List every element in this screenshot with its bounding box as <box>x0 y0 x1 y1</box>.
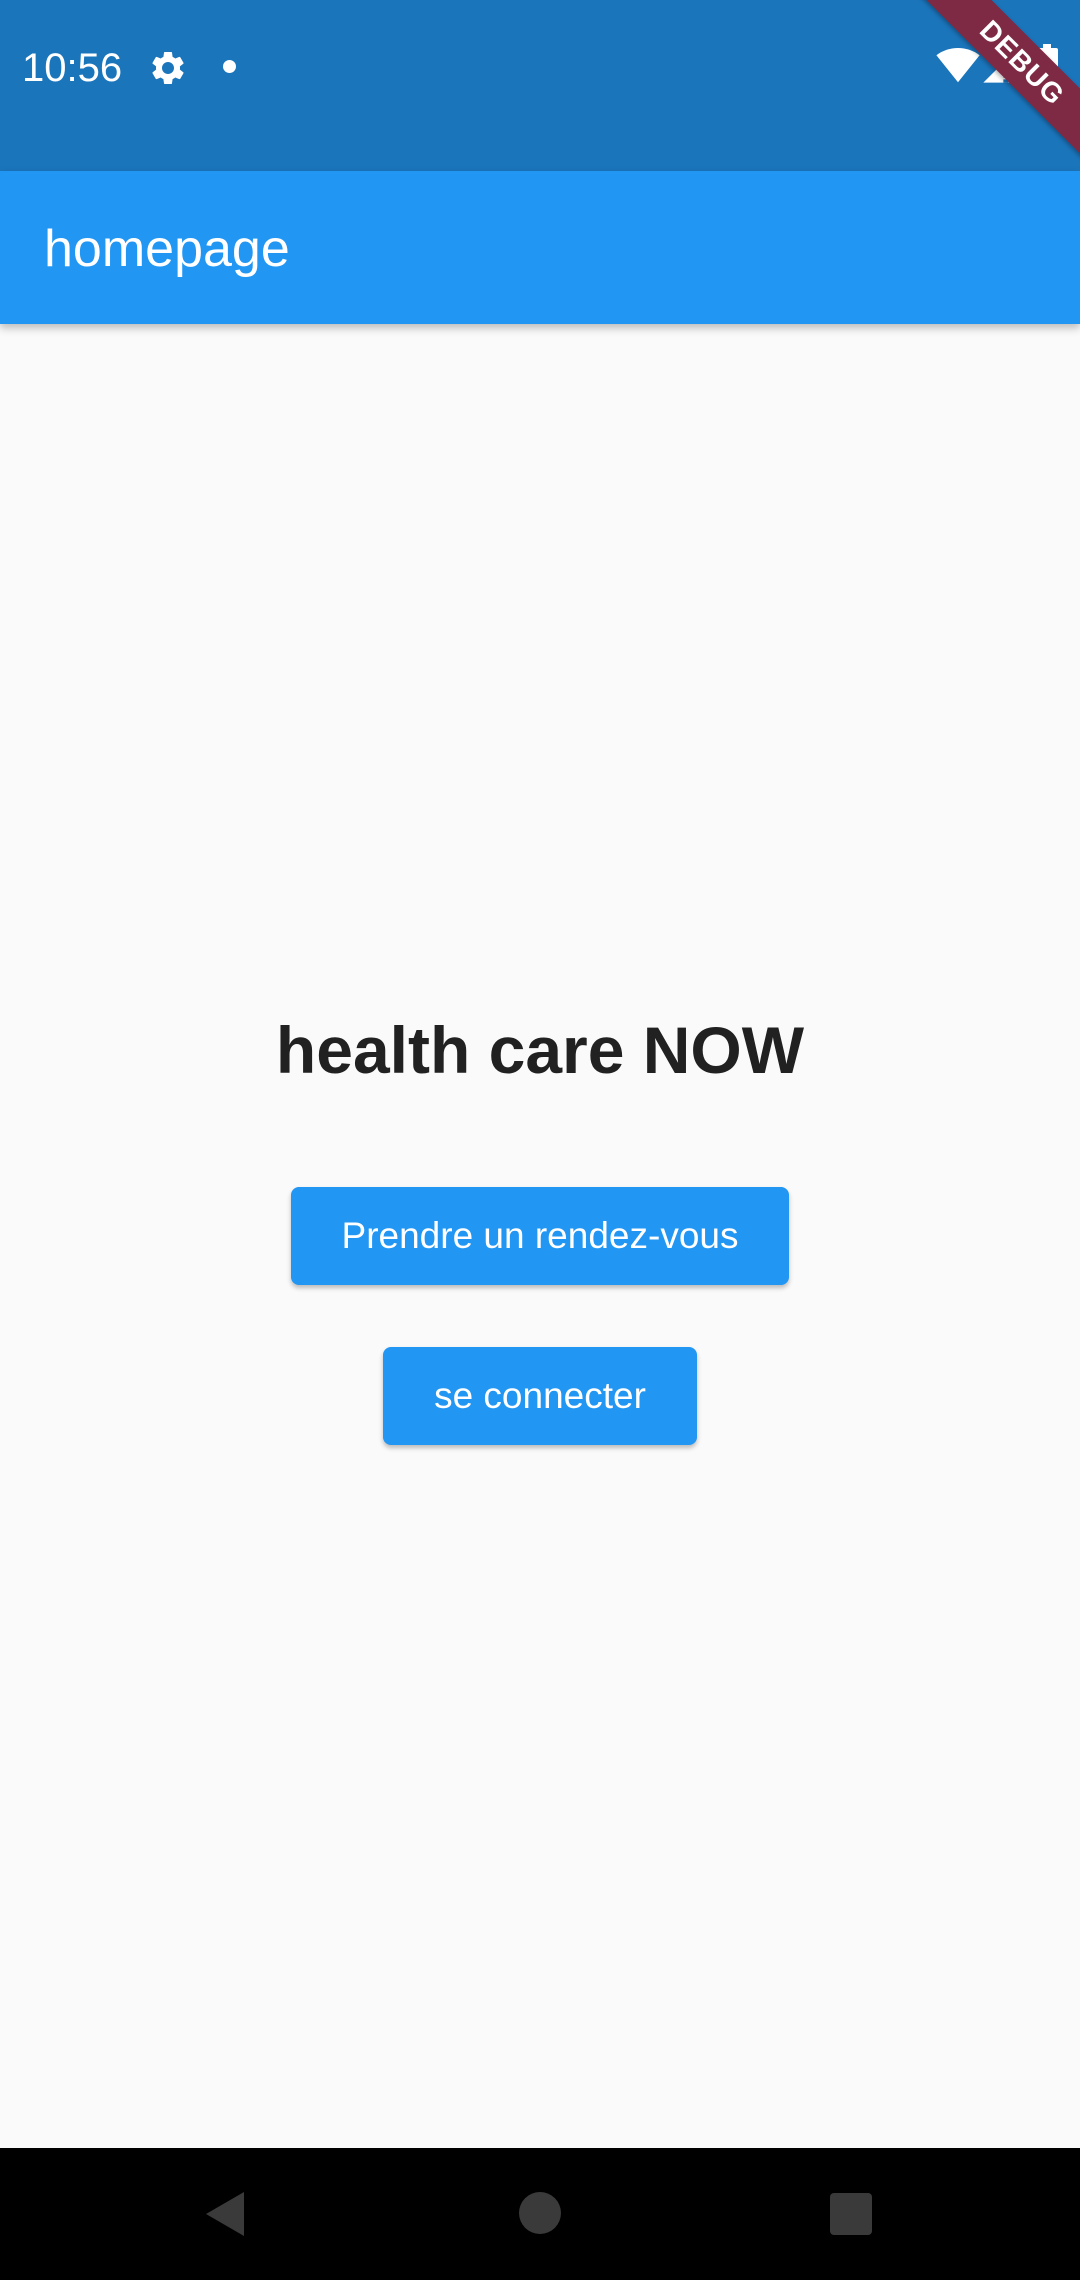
login-button[interactable]: se connecter <box>383 1347 697 1445</box>
navigation-bar <box>0 2148 1080 2280</box>
debug-banner: DEBUG <box>899 0 1080 186</box>
app-bar-title: homepage <box>44 220 290 278</box>
home-icon[interactable] <box>519 2192 561 2234</box>
status-bar: 10:56 DEBUG <box>0 0 1080 186</box>
book-appointment-button[interactable]: Prendre un rendez-vous <box>291 1187 789 1285</box>
notification-dot-icon <box>223 60 236 73</box>
gear-icon <box>152 51 184 84</box>
back-icon[interactable] <box>204 2190 246 2238</box>
page-title: health care NOW <box>275 1013 805 1087</box>
recents-icon[interactable] <box>830 2193 872 2235</box>
screen: 10:56 DEBUG homepage health care NOW Pre… <box>0 0 1080 2280</box>
app-bar: homepage <box>0 171 1080 324</box>
status-time: 10:56 <box>22 46 123 90</box>
wifi-icon <box>936 48 980 83</box>
